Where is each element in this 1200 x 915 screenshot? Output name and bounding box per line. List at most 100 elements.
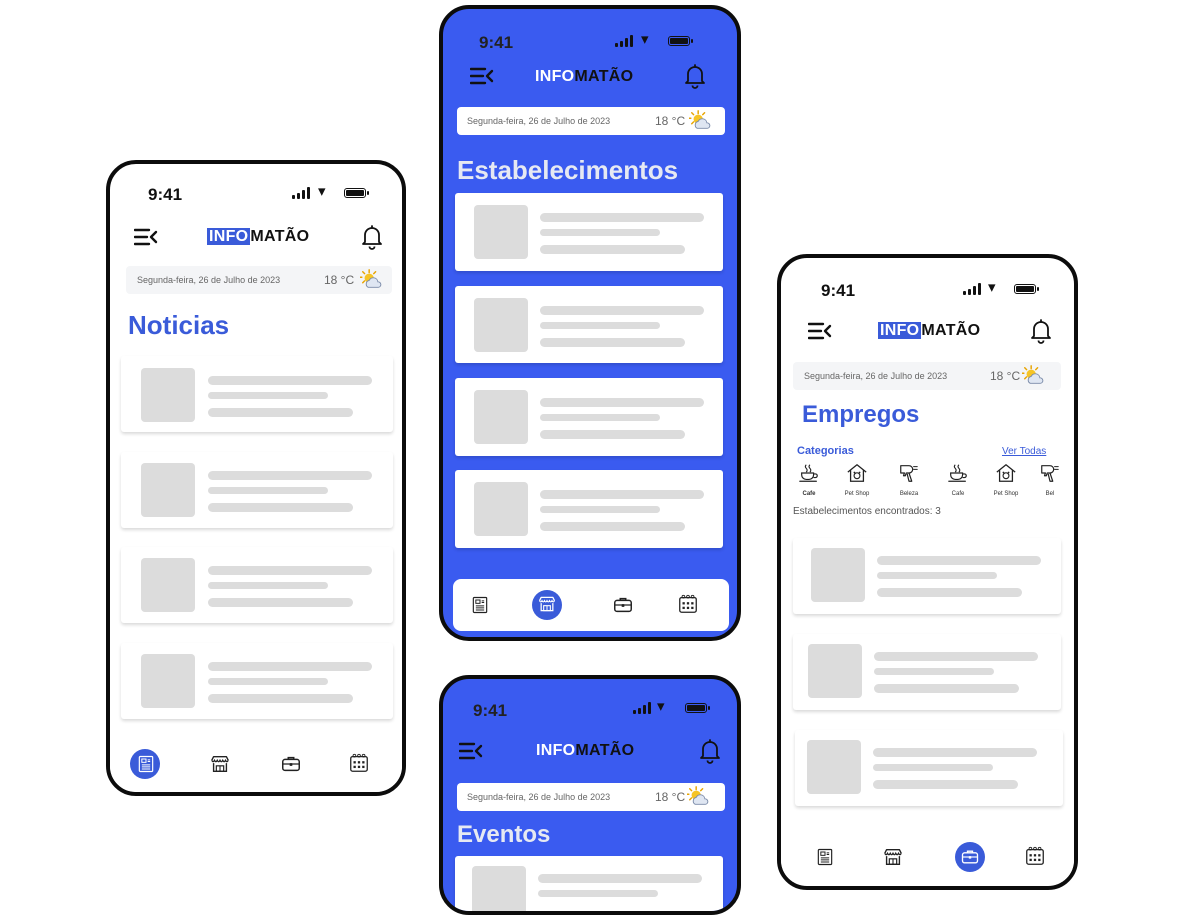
battery-icon bbox=[1014, 284, 1039, 294]
signal-icon bbox=[963, 283, 981, 295]
menu-icon[interactable] bbox=[459, 742, 483, 760]
category-item[interactable]: Bel bbox=[1039, 462, 1061, 497]
card-thumbnail bbox=[474, 298, 528, 352]
calendar-icon[interactable] bbox=[677, 593, 699, 615]
status-time: 9:41 bbox=[473, 701, 508, 720]
signal-icon bbox=[292, 187, 310, 199]
category-item[interactable]: Pet Shop bbox=[837, 462, 877, 497]
skeleton-line bbox=[874, 652, 1038, 661]
event-card[interactable] bbox=[455, 856, 723, 911]
briefcase-icon[interactable] bbox=[280, 753, 302, 775]
coffee-icon bbox=[947, 462, 969, 484]
establishment-card[interactable] bbox=[455, 286, 723, 363]
category-label: Pet Shop bbox=[844, 491, 870, 497]
skeleton-line bbox=[873, 748, 1037, 757]
categories-label: Categorias bbox=[797, 445, 854, 457]
pet-house-icon bbox=[846, 462, 868, 484]
category-item[interactable]: Pet Shop bbox=[986, 462, 1026, 497]
see-all-link[interactable]: Ver Todas bbox=[1002, 446, 1046, 457]
weather-icon bbox=[360, 269, 382, 291]
skeleton-line bbox=[540, 245, 685, 254]
skeleton-line bbox=[540, 430, 685, 439]
battery-icon bbox=[685, 703, 710, 713]
category-label: Pet Shop bbox=[993, 491, 1019, 497]
skeleton-line bbox=[873, 780, 1018, 789]
app-logo: INFOMATÃO bbox=[536, 742, 634, 760]
newspaper-icon[interactable] bbox=[136, 754, 156, 774]
category-label: Cafe bbox=[951, 491, 965, 497]
signal-icon bbox=[615, 35, 633, 47]
wifi-icon: ▾ bbox=[657, 698, 665, 715]
battery-icon bbox=[668, 36, 693, 46]
skeleton-line bbox=[540, 506, 660, 513]
newspaper-icon[interactable] bbox=[815, 847, 835, 867]
wifi-icon: ▾ bbox=[988, 279, 996, 296]
category-item[interactable]: Cafe bbox=[789, 462, 829, 497]
status-bar: 9:41 ▾ bbox=[443, 679, 737, 720]
wifi-icon: ▾ bbox=[318, 183, 326, 200]
news-card[interactable] bbox=[121, 452, 393, 528]
skeleton-line bbox=[540, 306, 704, 315]
calendar-icon[interactable] bbox=[348, 752, 370, 774]
skeleton-line bbox=[208, 566, 372, 575]
logo-info: INFO bbox=[535, 68, 575, 85]
logo-matao: MATÃO bbox=[921, 322, 981, 339]
category-label: Beleza bbox=[899, 491, 919, 497]
news-card[interactable] bbox=[121, 643, 393, 719]
card-thumbnail bbox=[141, 368, 195, 422]
page-title: Eventos bbox=[457, 821, 551, 848]
storefront-icon[interactable] bbox=[209, 753, 231, 775]
phone-eventos: 9:41 ▾ INFOMATÃO Segunda-feira, 26 de Ju… bbox=[439, 675, 741, 915]
storefront-icon[interactable] bbox=[537, 594, 557, 614]
job-card[interactable] bbox=[795, 730, 1063, 806]
battery-icon bbox=[344, 188, 369, 198]
menu-icon[interactable] bbox=[470, 67, 494, 85]
storefront-icon[interactable] bbox=[882, 846, 904, 868]
date-text: Segunda-feira, 26 de Julho de 2023 bbox=[467, 792, 611, 802]
app-logo: INFOMATÃO bbox=[207, 228, 309, 246]
logo-matao: MATÃO bbox=[250, 228, 310, 245]
bell-icon[interactable] bbox=[683, 63, 707, 89]
skeleton-line bbox=[208, 582, 328, 589]
date-text: Segunda-feira, 26 de Julho de 2023 bbox=[137, 275, 281, 285]
job-card[interactable] bbox=[793, 538, 1061, 614]
calendar-icon[interactable] bbox=[1024, 845, 1046, 867]
temperature-text: 18 °C bbox=[655, 114, 686, 128]
briefcase-icon[interactable] bbox=[612, 594, 634, 616]
category-item[interactable]: Beleza bbox=[889, 462, 929, 497]
wifi-icon: ▾ bbox=[641, 31, 649, 48]
temperature-text: 18 °C bbox=[655, 790, 686, 804]
logo-info: INFO bbox=[207, 228, 251, 245]
menu-icon[interactable] bbox=[808, 322, 832, 340]
news-card[interactable] bbox=[121, 547, 393, 623]
newspaper-icon[interactable] bbox=[470, 595, 490, 615]
card-thumbnail bbox=[141, 654, 195, 708]
skeleton-line bbox=[540, 322, 660, 329]
skeleton-line bbox=[208, 694, 353, 703]
phone-noticias: 9:41 ▾ INFO MATÃO Segunda-feira, 26 de Ju… bbox=[106, 160, 406, 796]
briefcase-icon[interactable] bbox=[960, 847, 980, 867]
logo-info: INFO bbox=[878, 322, 922, 339]
skeleton-line bbox=[208, 392, 328, 399]
skeleton-line bbox=[540, 522, 685, 531]
app-logo: INFOMATÃO bbox=[878, 322, 980, 340]
date-weather-bar: Segunda-feira, 26 de Julho de 2023 18 °C bbox=[126, 266, 392, 294]
news-card[interactable] bbox=[121, 356, 393, 432]
establishment-card[interactable] bbox=[455, 378, 723, 456]
menu-icon[interactable] bbox=[134, 228, 158, 246]
card-thumbnail bbox=[141, 463, 195, 517]
card-thumbnail bbox=[808, 644, 862, 698]
category-item[interactable]: Cafe bbox=[938, 462, 978, 497]
establishment-card[interactable] bbox=[455, 470, 723, 548]
establishment-card[interactable] bbox=[455, 193, 723, 271]
weather-icon bbox=[1022, 365, 1044, 387]
bell-icon[interactable] bbox=[698, 738, 722, 764]
bottom-nav bbox=[781, 832, 1074, 882]
bell-icon[interactable] bbox=[1029, 318, 1053, 344]
logo-matao: MATÃO bbox=[574, 68, 634, 85]
bell-icon[interactable] bbox=[360, 224, 384, 250]
skeleton-line bbox=[540, 490, 704, 499]
date-text: Segunda-feira, 26 de Julho de 2023 bbox=[804, 371, 948, 381]
coffee-icon bbox=[798, 462, 820, 484]
job-card[interactable] bbox=[793, 634, 1061, 710]
